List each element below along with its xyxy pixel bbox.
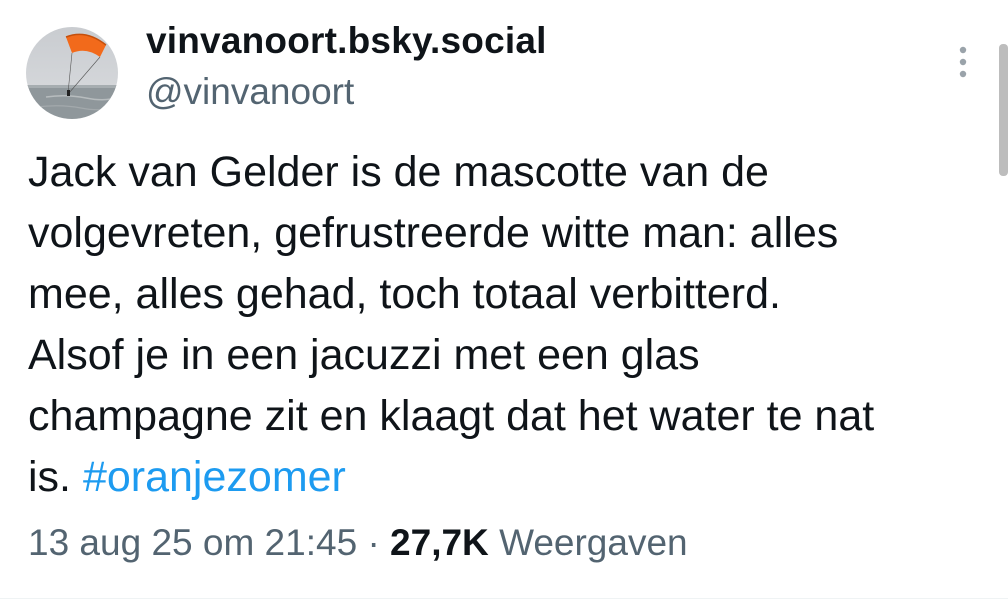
- more-vertical-icon: [959, 46, 967, 78]
- views-count: 27,7K: [390, 522, 489, 563]
- tweet-text-line: volgevreten, gefrustreerde witte man: al…: [28, 209, 839, 257]
- meta-separator: ·: [367, 522, 380, 563]
- tweet-text-line: mee, alles gehad, toch totaal verbitterd…: [28, 270, 781, 318]
- tweet-text-end: is.: [28, 453, 71, 501]
- tweet-text-line: Jack van Gelder is de mascotte van de: [28, 148, 769, 196]
- author-handle[interactable]: @vinvanoort: [146, 71, 354, 113]
- author-display-name[interactable]: vinvanoort.bsky.social: [146, 20, 547, 62]
- divider: [0, 598, 1008, 599]
- views-label: Weergaven: [499, 522, 688, 563]
- kitesurf-avatar-icon: [26, 27, 118, 119]
- tweet-text-line: champagne zit en klaagt dat het water te…: [28, 392, 875, 440]
- tweet-text-line: Alsof je in een jacuzzi met een glas: [28, 331, 700, 379]
- tweet-timestamp[interactable]: 13 aug 25 om 21:45: [28, 522, 357, 563]
- tweet-text: Jack van Gelder is de mascotte van de vo…: [28, 142, 988, 508]
- avatar[interactable]: [26, 27, 118, 119]
- tweet[interactable]: vinvanoort.bsky.social @vinvanoort Jack …: [0, 0, 1008, 605]
- hashtag-link[interactable]: #oranjezomer: [83, 453, 346, 501]
- tweet-meta: 13 aug 25 om 21:45 · 27,7K Weergaven: [28, 522, 688, 564]
- scrollbar-thumb[interactable]: [999, 44, 1008, 176]
- more-options-button[interactable]: [946, 42, 980, 82]
- tweet-text-last-line: is. #oranjezomer: [28, 447, 988, 508]
